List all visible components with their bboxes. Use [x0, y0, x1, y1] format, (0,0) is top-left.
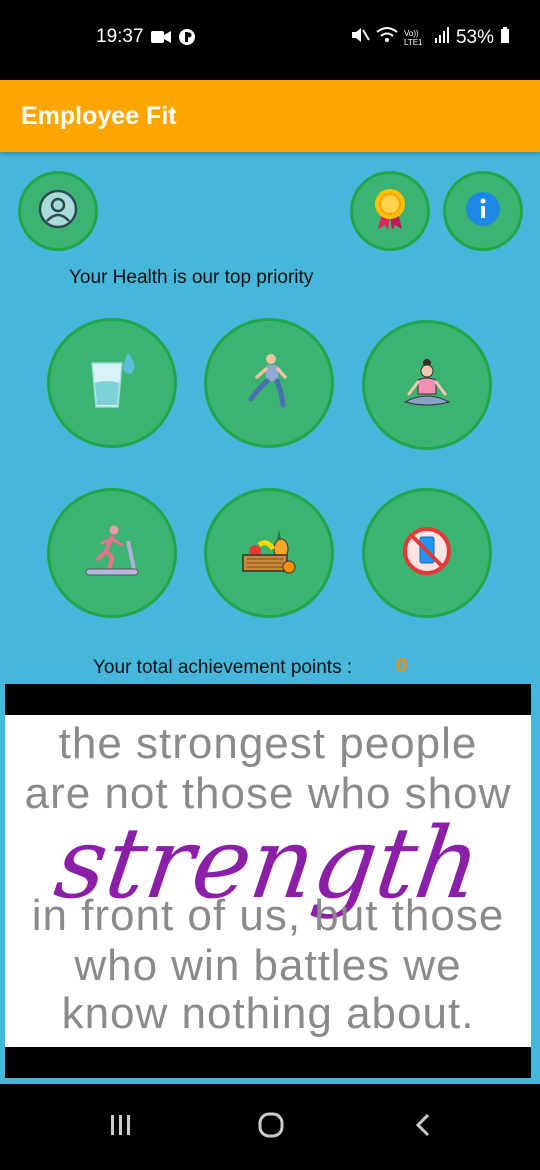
achievements-button[interactable] — [350, 171, 430, 251]
quote-line-5: know nothing about. — [61, 989, 475, 1038]
home-icon[interactable] — [257, 1112, 285, 1143]
info-icon — [465, 191, 501, 232]
water-intake-button[interactable] — [47, 318, 177, 448]
no-phone-button[interactable] — [362, 488, 492, 618]
recents-icon[interactable] — [108, 1112, 134, 1143]
exercise-button[interactable] — [204, 318, 334, 448]
quote-line-3: in front of us, but those — [31, 891, 505, 940]
quote-line-1: the strongest people — [58, 719, 478, 768]
status-right-icons: Vo)) LTE1 53% — [350, 26, 510, 50]
diet-button[interactable] — [204, 488, 334, 618]
battery-icon — [500, 26, 510, 50]
status-bar: 19:37 Vo)) LTE1 53% — [0, 0, 540, 80]
quote-line-4: who win battles we — [74, 941, 462, 990]
water-glass-icon — [86, 352, 138, 414]
app-notification-icon — [178, 28, 196, 51]
treadmill-button[interactable] — [47, 488, 177, 618]
battery-level: 53% — [455, 27, 494, 48]
achievement-points: 0 — [396, 655, 408, 677]
profile-avatar-icon — [38, 189, 78, 234]
back-icon[interactable] — [412, 1112, 436, 1143]
fruit-basket-icon — [241, 525, 297, 582]
wifi-icon — [376, 26, 398, 50]
status-time: 19:37 — [96, 26, 144, 47]
status-left-icons — [150, 28, 196, 51]
meditation-yoga-icon — [403, 358, 451, 413]
app-bar: Employee Fit — [0, 80, 540, 152]
mute-icon — [350, 26, 370, 50]
info-button[interactable] — [443, 171, 523, 251]
treadmill-running-icon — [84, 525, 140, 582]
yoga-button[interactable] — [362, 320, 492, 450]
quote-image: the strongest people are not those who s… — [5, 684, 531, 1078]
volte-label: Vo)) LTE1 — [403, 29, 423, 47]
achievement-label: Your total achievement points : — [93, 657, 353, 678]
system-nav-bar — [0, 1084, 540, 1170]
tagline: Your Health is our top priority — [69, 267, 314, 288]
quote-card: the strongest people are not those who s… — [5, 715, 531, 1047]
profile-button[interactable] — [18, 171, 98, 251]
no-phone-icon — [401, 525, 453, 582]
video-call-icon — [150, 28, 172, 51]
exercise-lunge-icon — [247, 353, 291, 414]
app-title: Employee Fit — [21, 102, 177, 130]
signal-icon — [434, 26, 450, 50]
award-medal-icon — [370, 187, 410, 236]
